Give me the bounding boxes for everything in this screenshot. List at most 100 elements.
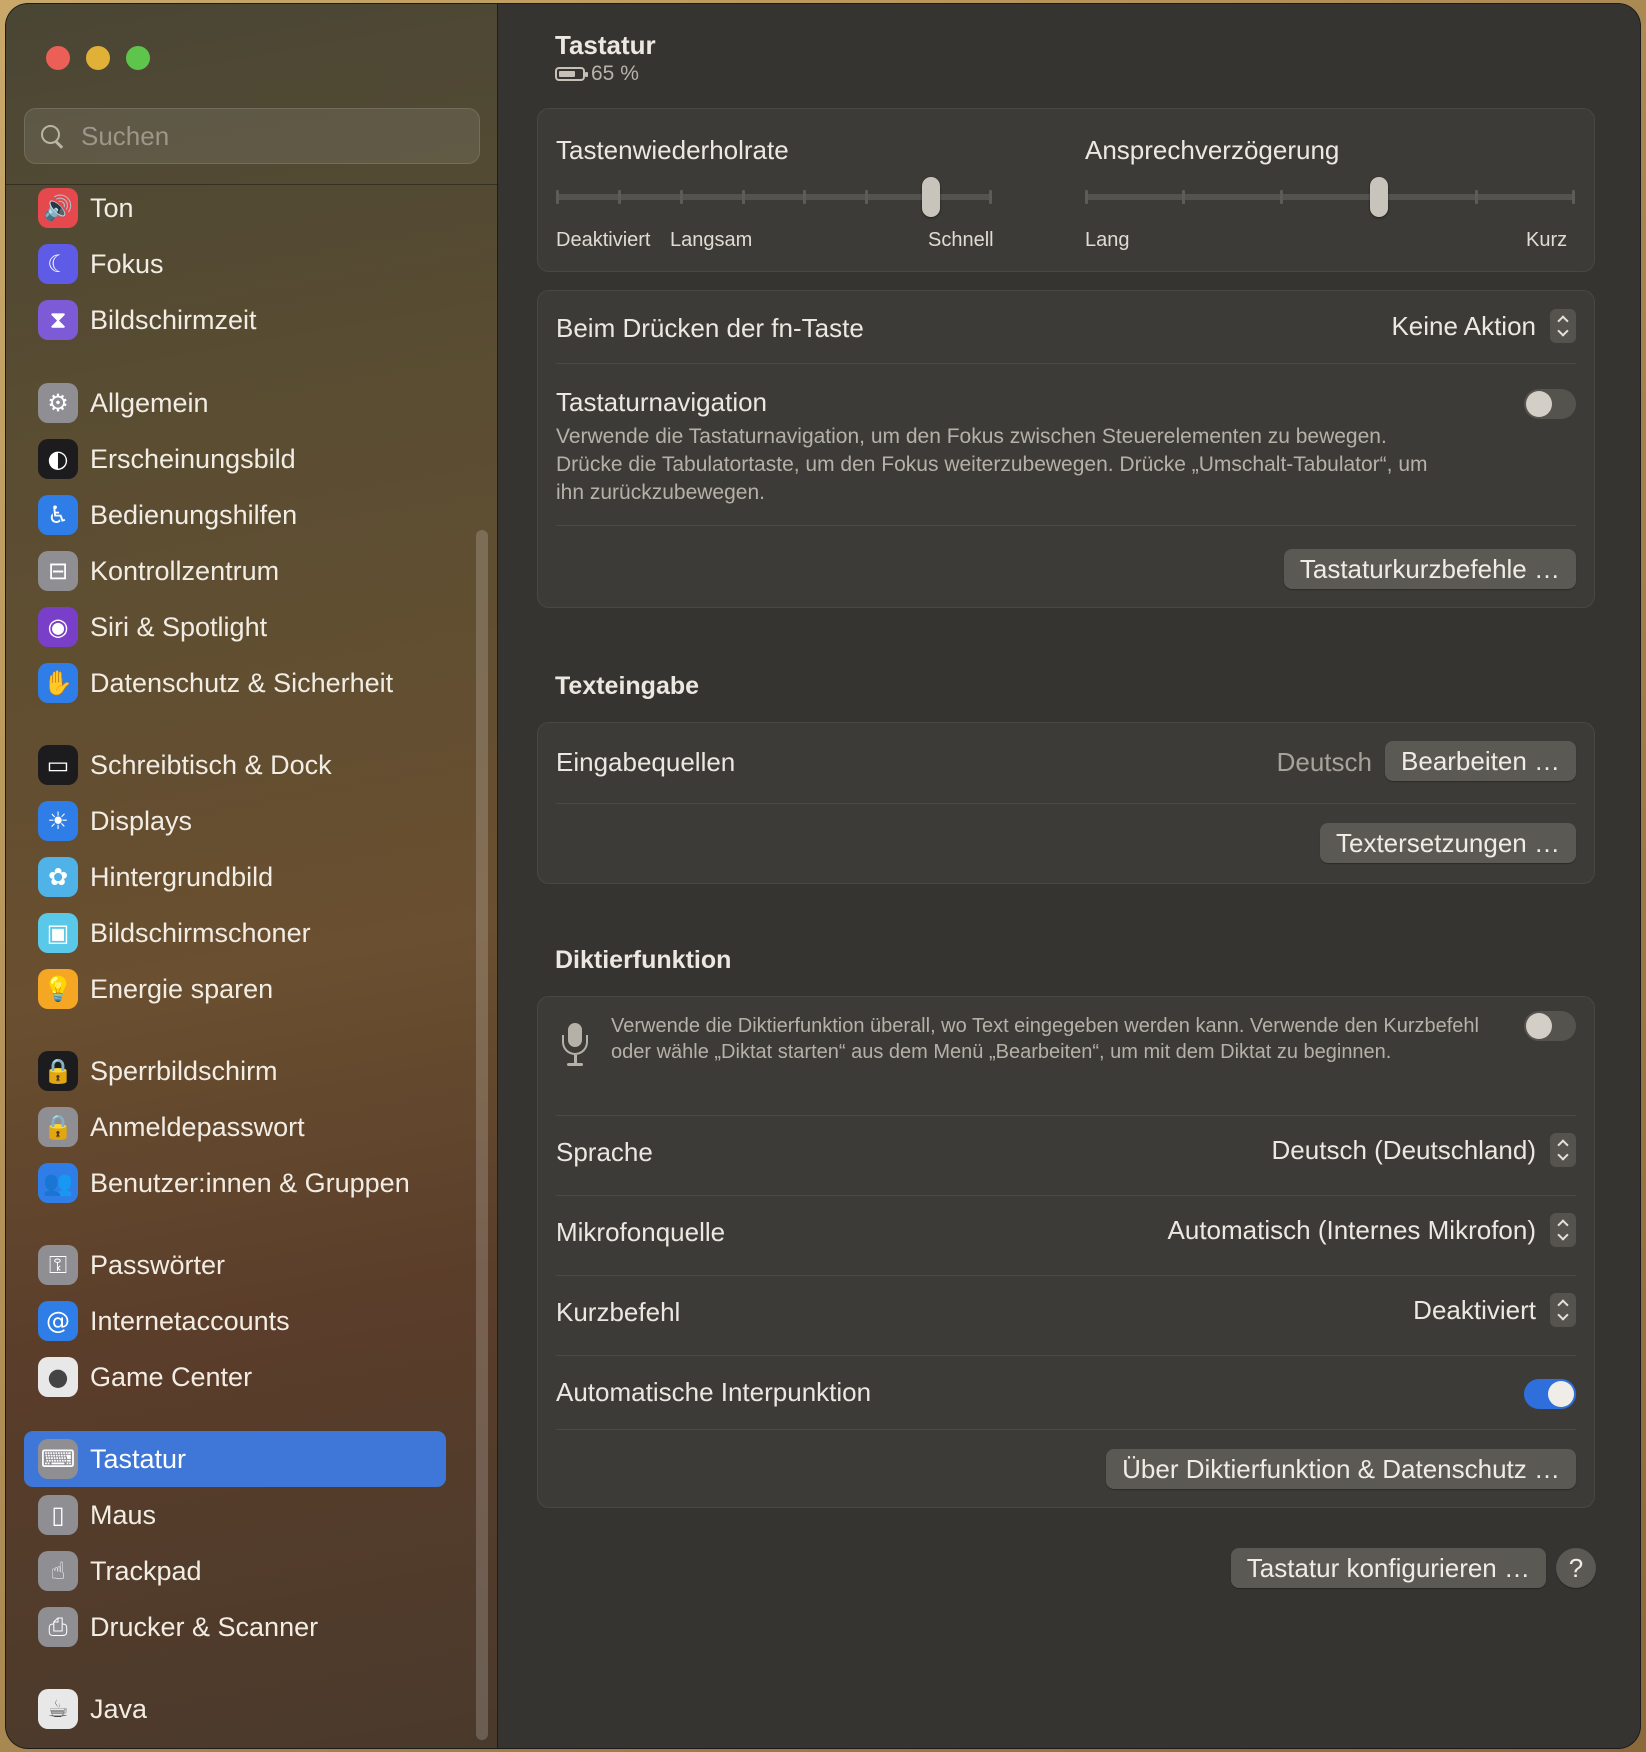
sidebar-item-label: Bildschirmzeit — [90, 304, 257, 335]
text-input-card: Eingabequellen Deutsch Bearbeiten … Text… — [537, 722, 1595, 884]
slider-tick — [1279, 190, 1283, 204]
fn-key-popup[interactable]: Keine Aktion — [1391, 309, 1576, 343]
divider — [556, 1195, 1576, 1196]
switches-icon: ⊟ — [38, 551, 78, 591]
repeat-rate-slider[interactable] — [556, 177, 992, 217]
appearance-icon: ◐ — [38, 439, 78, 479]
sidebar-item-label: Energie sparen — [90, 973, 274, 1004]
sidebar-item-hintergrundbild[interactable]: ✿ Hintergrundbild — [24, 849, 446, 905]
sidebar-item-allgemein[interactable]: ⚙ Allgemein — [24, 375, 446, 431]
repeat-card: Tastenwiederholrate Deaktiviert Langsam … — [537, 108, 1595, 272]
sidebar-item-tastatur[interactable]: ⌨ Tastatur — [24, 1431, 446, 1487]
sidebar-item-drucker-scanner[interactable]: ⎙ Drucker & Scanner — [24, 1599, 446, 1655]
sidebar-item-java[interactable]: ☕ Java — [24, 1681, 446, 1737]
text-input-heading: Texteingabe — [555, 672, 700, 700]
dictation-toggle[interactable] — [1524, 1011, 1576, 1041]
sidebar-item-benutzer-innen-gruppen[interactable]: 👥 Benutzer:innen & Gruppen — [24, 1155, 446, 1211]
auto-punctuation-label: Automatische Interpunktion — [556, 1377, 872, 1407]
slider-tick — [1572, 190, 1575, 204]
mic-source-value: Automatisch (Internes Mikrofon) — [1167, 1214, 1536, 1245]
sidebar-item-sperrbildschirm[interactable]: 🔒 Sperrbildschirm — [24, 1043, 446, 1099]
text-replacements-button[interactable]: Textersetzungen … — [1319, 823, 1576, 863]
keyboard-nav-toggle[interactable] — [1524, 389, 1576, 419]
sidebar-item-anmeldepasswort[interactable]: 🔒 Anmeldepasswort — [24, 1099, 446, 1155]
sidebar-item-displays[interactable]: ☀ Displays — [24, 793, 446, 849]
sidebar-item-ton[interactable]: 🔊 Ton — [24, 180, 446, 236]
screensaver-icon: ▣ — [38, 913, 78, 953]
mic-source-label: Mikrofonquelle — [556, 1217, 726, 1247]
close-button[interactable] — [46, 46, 70, 70]
edit-input-sources-button[interactable]: Bearbeiten … — [1385, 741, 1576, 781]
mic-source-popup[interactable]: Automatisch (Internes Mikrofon) — [1168, 1213, 1576, 1247]
slider-tick — [989, 190, 992, 204]
rate-scale-right: Schnell — [928, 229, 994, 251]
sidebar-item-fokus[interactable]: ☾ Fokus — [24, 236, 446, 292]
sidebar-item-label: Allgemein — [90, 387, 209, 418]
sidebar-item-bildschirmschoner[interactable]: ▣ Bildschirmschoner — [24, 905, 446, 961]
sidebar-item-label: Anmeldepasswort — [90, 1111, 305, 1142]
battery-status: 65 % — [555, 62, 639, 86]
search-input[interactable] — [81, 120, 441, 152]
sidebar-item-energie-sparen[interactable]: 💡 Energie sparen — [24, 961, 446, 1017]
sidebar-item-label: Displays — [90, 805, 193, 836]
chevron-updown-icon — [1550, 1293, 1576, 1327]
flower-icon: ✿ — [38, 857, 78, 897]
search-field[interactable] — [24, 108, 480, 164]
sun-icon: ☀ — [38, 801, 78, 841]
sidebar-item-maus[interactable]: ▯ Maus — [24, 1487, 446, 1543]
sidebar-item-label: Drucker & Scanner — [90, 1611, 319, 1642]
sidebar-item-trackpad[interactable]: ☝ Trackpad — [24, 1543, 446, 1599]
sidebar-item-passwörter[interactable]: ⚿ Passwörter — [24, 1237, 446, 1293]
keyboard-shortcuts-button[interactable]: Tastaturkurzbefehle … — [1283, 549, 1576, 589]
zoom-button[interactable] — [126, 46, 150, 70]
dictation-privacy-button[interactable]: Über Diktierfunktion & Datenschutz … — [1106, 1449, 1576, 1489]
sidebar-item-label: Schreibtisch & Dock — [90, 749, 332, 780]
delay-slider[interactable] — [1085, 177, 1575, 217]
sidebar-scrollbar[interactable] — [476, 530, 488, 1740]
language-popup[interactable]: Deutsch (Deutschland) — [1272, 1133, 1576, 1167]
trackpad-icon: ☝ — [38, 1551, 78, 1591]
slider-tick — [1182, 190, 1186, 204]
divider — [556, 363, 1576, 364]
help-button[interactable]: ? — [1556, 1548, 1596, 1588]
siri-icon: ◉ — [38, 607, 78, 647]
sidebar-item-label: Siri & Spotlight — [90, 611, 268, 642]
divider — [556, 525, 1576, 526]
sidebar-item-schreibtisch-dock[interactable]: ▭ Schreibtisch & Dock — [24, 737, 446, 793]
sidebar-item-label: Trackpad — [90, 1555, 202, 1586]
sidebar-item-bedienungshilfen[interactable]: ♿ Bedienungshilfen — [24, 487, 446, 543]
fn-key-value: Keine Aktion — [1391, 310, 1536, 341]
configure-keyboard-button[interactable]: Tastatur konfigurieren … — [1230, 1548, 1546, 1588]
slider-track — [1085, 194, 1575, 200]
divider — [556, 1115, 1576, 1116]
sidebar-item-internetaccounts[interactable]: @ Internetaccounts — [24, 1293, 446, 1349]
users-icon: 👥 — [38, 1163, 78, 1203]
printer-icon: ⎙ — [38, 1607, 78, 1647]
sidebar-item-siri-spotlight[interactable]: ◉ Siri & Spotlight — [24, 599, 446, 655]
minimize-button[interactable] — [86, 46, 110, 70]
divider — [556, 1275, 1576, 1276]
auto-punctuation-toggle[interactable] — [1524, 1379, 1576, 1409]
mouse-icon: ▯ — [38, 1495, 78, 1535]
slider-thumb[interactable] — [1370, 177, 1388, 217]
sidebar-item-bildschirmzeit[interactable]: ⧗ Bildschirmzeit — [24, 292, 446, 348]
sidebar-item-kontrollzentrum[interactable]: ⊟ Kontrollzentrum — [24, 543, 446, 599]
slider-tick — [556, 190, 559, 204]
microphone-icon — [560, 1023, 590, 1069]
slider-tick — [1085, 190, 1088, 204]
keyboard-icon: ⌨ — [38, 1439, 78, 1479]
fn-key-label: Beim Drücken der fn-Taste — [556, 313, 864, 343]
page-title: Tastatur — [555, 30, 656, 60]
delay-label: Ansprechverzögerung — [1085, 135, 1340, 165]
slider-thumb[interactable] — [921, 177, 940, 217]
rate-scale-mid: Langsam — [670, 229, 753, 251]
sidebar-item-erscheinungsbild[interactable]: ◐ Erscheinungsbild — [24, 431, 446, 487]
search-icon — [39, 123, 65, 149]
lockscreen-icon: 🔒 — [38, 1051, 78, 1091]
sidebar-item-datenschutz-sicherheit[interactable]: ✋ Datenschutz & Sicherheit — [24, 655, 446, 711]
speaker-icon: 🔊 — [38, 188, 78, 228]
sidebar-item-label: Internetaccounts — [90, 1305, 290, 1336]
repeat-rate-label: Tastenwiederholrate — [556, 135, 789, 165]
shortcut-popup[interactable]: Deaktiviert — [1413, 1293, 1576, 1327]
sidebar-item-game-center[interactable]: ● Game Center — [24, 1349, 446, 1405]
